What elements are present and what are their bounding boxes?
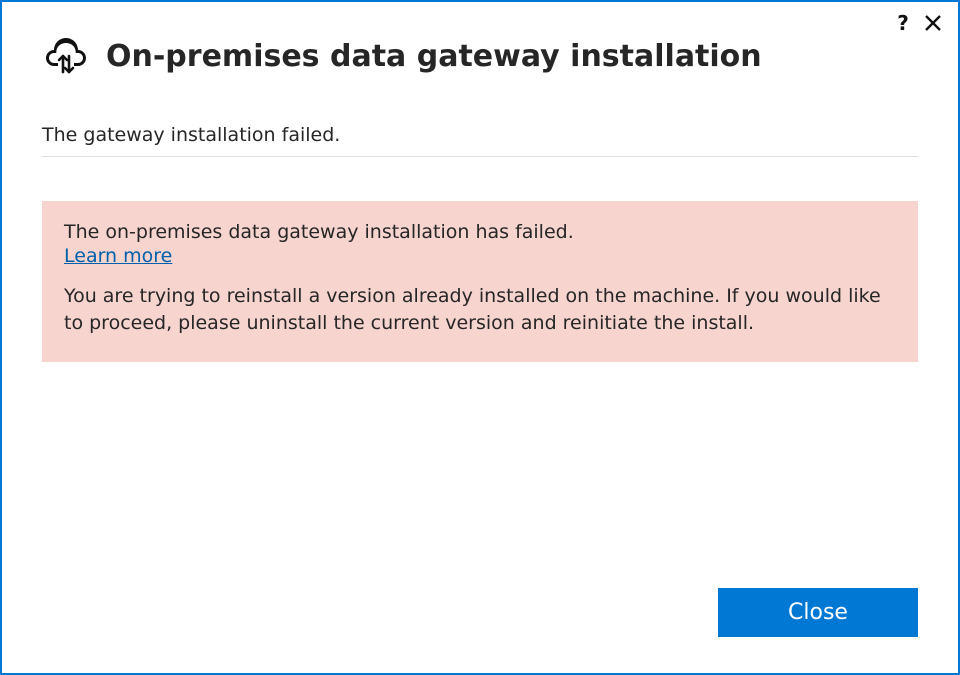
close-x-glyph — [925, 15, 941, 31]
error-headline: The on-premises data gateway installatio… — [64, 221, 896, 243]
cloud-gateway-icon — [42, 32, 90, 80]
dialog-content: The gateway installation failed. The on-… — [2, 80, 958, 588]
dialog-title: On-premises data gateway installation — [106, 39, 762, 74]
help-icon[interactable]: ? — [892, 12, 914, 34]
status-message: The gateway installation failed. — [42, 124, 918, 157]
close-icon[interactable] — [922, 12, 944, 34]
error-panel: The on-premises data gateway installatio… — [42, 201, 918, 362]
error-detail: You are trying to reinstall a version al… — [64, 283, 896, 336]
close-button[interactable]: Close — [718, 588, 918, 637]
dialog-footer: Close — [2, 588, 958, 673]
learn-more-link[interactable]: Learn more — [64, 245, 172, 267]
titlebar-controls: ? — [892, 12, 944, 34]
dialog-header: On-premises data gateway installation — [2, 2, 958, 80]
installer-dialog: ? On-premises data gateway installation … — [0, 0, 960, 675]
